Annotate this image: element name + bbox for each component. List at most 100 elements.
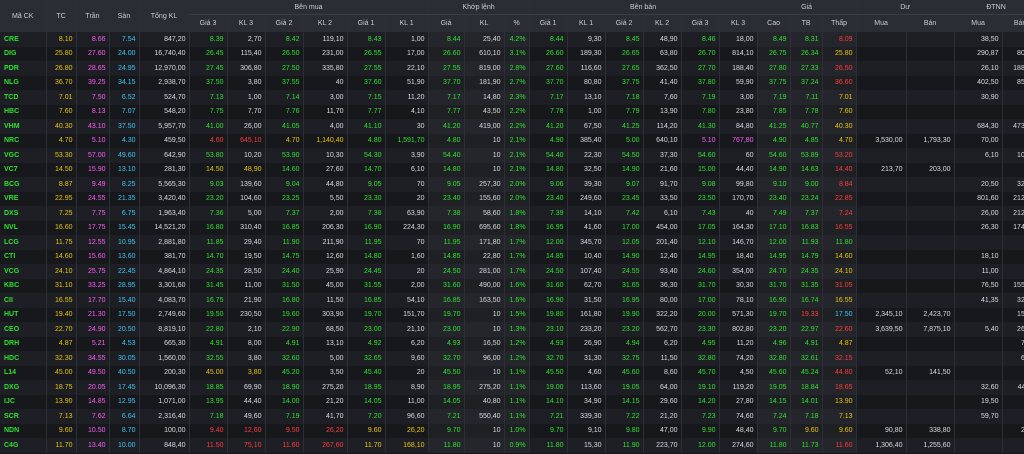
- symbol-cell[interactable]: LCG: [0, 235, 47, 250]
- col-buy-vol-2[interactable]: KL 2: [303, 14, 348, 32]
- cell-s1p: 7.78: [529, 104, 568, 119]
- symbol-cell[interactable]: NVL: [0, 220, 47, 235]
- col-match-volume[interactable]: KL: [464, 14, 505, 32]
- col-average[interactable]: TB: [790, 14, 823, 32]
- symbol-cell[interactable]: PDR: [0, 61, 47, 76]
- table-row[interactable]: HUT 19.40 21.30 17.50 2,749,60 19.50 230,50 19.…: [0, 307, 1024, 322]
- cell-s2p: 31.65: [605, 278, 644, 293]
- table-row[interactable]: SCR 7.13 7.62 6.64 2,316,40 7.18 49,60 7.19 41,7…: [0, 409, 1024, 424]
- cell-pct: 3.1%: [504, 46, 530, 61]
- col-buy-vol-1[interactable]: KL 1: [385, 14, 429, 32]
- col-match-percent[interactable]: %: [504, 14, 530, 32]
- symbol-cell[interactable]: BCG: [0, 177, 47, 192]
- col-ceiling[interactable]: Trần: [76, 0, 110, 32]
- table-row[interactable]: NLG 36.70 39.25 34.15 2,938,70 37.50 3,80 37.55…: [0, 75, 1024, 90]
- symbol-cell[interactable]: CTI: [0, 249, 47, 264]
- table-row[interactable]: L14 45.00 49.50 40.50 200,30 45.00 3,80 45.20 3,…: [0, 365, 1024, 380]
- table-row[interactable]: VHM 40.30 43.10 37.50 5,957,70 41.00 26,00 41.0…: [0, 119, 1024, 134]
- col-sell-price-2[interactable]: Giá 2: [605, 14, 644, 32]
- symbol-cell[interactable]: VGC: [0, 148, 47, 163]
- symbol-cell[interactable]: NLG: [0, 75, 47, 90]
- table-row[interactable]: NVL 16.60 17.75 15.45 14,521,20 16.80 310,40 16…: [0, 220, 1024, 235]
- symbol-cell[interactable]: HBC: [0, 104, 47, 119]
- col-sell-vol-1[interactable]: KL 1: [567, 14, 606, 32]
- symbol-cell[interactable]: NDN: [0, 423, 47, 438]
- cell-pct: 2.0%: [504, 177, 530, 192]
- cell-rsell: [906, 380, 955, 395]
- symbol-cell[interactable]: DRH: [0, 336, 47, 351]
- col-buy-price-2[interactable]: Giá 2: [265, 14, 304, 32]
- symbol-cell[interactable]: VCG: [0, 264, 47, 279]
- table-row[interactable]: NRC 4.70 5.10 4.30 459,50 4.60 645,10 4.70 1,140…: [0, 133, 1024, 148]
- symbol-cell[interactable]: KBC: [0, 278, 47, 293]
- cell-ref: 45.00: [46, 365, 77, 380]
- cell-vol: 4,864,10: [139, 264, 190, 279]
- col-high[interactable]: Cao: [757, 14, 791, 32]
- cell-b1p: 7.38: [347, 206, 386, 221]
- table-row[interactable]: PDR 26.80 28.65 24.95 12,970,00 27.45 306,80 27…: [0, 61, 1024, 76]
- table-row[interactable]: BCG 8.87 9.49 8.25 5,565,30 9.03 139,60 9.04 44,…: [0, 177, 1024, 192]
- table-row[interactable]: IJC 13.90 14.85 12.95 1,071,00 13.95 44,40 14.0…: [0, 394, 1024, 409]
- table-row[interactable]: LCG 11.75 12.55 10.95 2,881,80 11.85 29,40 11.9…: [0, 235, 1024, 250]
- col-ref[interactable]: TC: [46, 0, 77, 32]
- col-low[interactable]: Thấp: [822, 14, 857, 32]
- col-buy-vol-3[interactable]: KL 3: [227, 14, 266, 32]
- col-floor[interactable]: Sàn: [109, 0, 140, 32]
- col-symbol[interactable]: Mã CK: [0, 0, 47, 32]
- col-remain-sell[interactable]: Bán: [906, 14, 955, 32]
- symbol-cell[interactable]: HUT: [0, 307, 47, 322]
- col-foreign-sell[interactable]: Bán: [1002, 14, 1024, 32]
- symbol-cell[interactable]: CII: [0, 293, 47, 308]
- symbol-cell[interactable]: DXS: [0, 206, 47, 221]
- symbol-cell[interactable]: CRE: [0, 32, 47, 47]
- table-row[interactable]: DRH 4.87 5.21 4.53 665,30 4.91 8,00 4.91 13,10 4.…: [0, 336, 1024, 351]
- table-row[interactable]: C4G 11.70 13.40 10.00 848,40 11.50 75,10 11.60 2…: [0, 438, 1024, 453]
- col-sell-vol-2[interactable]: KL 2: [643, 14, 682, 32]
- col-total-volume[interactable]: Tổng KL: [139, 0, 190, 32]
- table-row[interactable]: CTI 14.60 15.60 13.60 381,70 14.70 19,50 14.75 1…: [0, 249, 1024, 264]
- cell-mp: 18.95: [428, 380, 465, 395]
- symbol-cell[interactable]: IJC: [0, 394, 47, 409]
- col-sell-price-1[interactable]: Giá 1: [529, 14, 568, 32]
- table-row[interactable]: NDN 9.60 10.50 8.70 100,00 9.40 12,60 9.50 26,20…: [0, 423, 1024, 438]
- symbol-cell[interactable]: VC7: [0, 162, 47, 177]
- symbol-cell[interactable]: TCD: [0, 90, 47, 105]
- symbol-cell[interactable]: DIG: [0, 46, 47, 61]
- symbol-cell[interactable]: HDC: [0, 351, 47, 366]
- table-row[interactable]: DXG 18.75 20.05 17.45 10,096,30 18.85 69,90 18.…: [0, 380, 1024, 395]
- cell-rsell: 1,255,60: [906, 438, 955, 453]
- cell-s3v: 48,40: [719, 423, 758, 438]
- col-sell-price-3[interactable]: Giá 3: [681, 14, 720, 32]
- cell-b3p: 32.55: [189, 351, 228, 366]
- col-sell-vol-3[interactable]: KL 3: [719, 14, 758, 32]
- table-row[interactable]: VRE 22.95 24.55 21.35 3,420,40 23.20 104,60 23.…: [0, 191, 1024, 206]
- symbol-cell[interactable]: VRE: [0, 191, 47, 206]
- col-foreign-buy[interactable]: Mua: [954, 14, 1003, 32]
- cell-b1p: 16.85: [347, 293, 386, 308]
- symbol-cell[interactable]: VHM: [0, 119, 47, 134]
- col-buy-price-3[interactable]: Giá 3: [189, 14, 228, 32]
- table-row[interactable]: CII 16.55 17.70 15.40 4,083,70 16.75 21,90 16.8…: [0, 293, 1024, 308]
- symbol-cell[interactable]: L14: [0, 365, 47, 380]
- table-row[interactable]: DIG 25.80 27.60 24.00 16,740,40 26.45 115,40 26…: [0, 46, 1024, 61]
- symbol-cell[interactable]: SCR: [0, 409, 47, 424]
- cell-b3p: 37.50: [189, 75, 228, 90]
- symbol-cell[interactable]: DXG: [0, 380, 47, 395]
- cell-low: 16.55: [822, 220, 857, 235]
- col-remain-buy[interactable]: Mua: [856, 14, 907, 32]
- table-row[interactable]: KBC 31.10 33.25 28.95 3,301,60 31.45 11,00 31.5…: [0, 278, 1024, 293]
- table-row[interactable]: VC7 14.50 15.90 13.10 281,30 14.50 48,90 14.60 2…: [0, 162, 1024, 177]
- table-row[interactable]: VGC 53.30 57.00 49.60 642,90 53.80 10,20 53.90 1…: [0, 148, 1024, 163]
- col-buy-price-1[interactable]: Giá 1: [347, 14, 386, 32]
- table-row[interactable]: CEO 22.70 24.90 20.50 8,819,10 22.80 2,10 22.90…: [0, 322, 1024, 337]
- table-row[interactable]: HDC 32.30 34.55 30.05 1,560,00 32.55 3,80 32.60…: [0, 351, 1024, 366]
- symbol-cell[interactable]: C4G: [0, 438, 47, 453]
- table-row[interactable]: VCG 24.10 25.75 22.45 4,864,10 24.35 28,50 24.4…: [0, 264, 1024, 279]
- col-match-price[interactable]: Giá: [428, 14, 465, 32]
- symbol-cell[interactable]: NRC: [0, 133, 47, 148]
- table-row[interactable]: CRE 8.10 8.66 7.54 847,20 8.39 2,70 8.42 119,10 8…: [0, 32, 1024, 47]
- table-row[interactable]: HBC 7.60 8.13 7.07 548,20 7.75 7,70 7.76 11,70 7.…: [0, 104, 1024, 119]
- symbol-cell[interactable]: CEO: [0, 322, 47, 337]
- table-row[interactable]: DXS 7.25 7.75 6.75 1,963,40 7.36 5,00 7.37 2,00 7…: [0, 206, 1024, 221]
- table-row[interactable]: TCD 7.01 7.50 6.52 524,70 7.13 1,00 7.14 3,00 7.1…: [0, 90, 1024, 105]
